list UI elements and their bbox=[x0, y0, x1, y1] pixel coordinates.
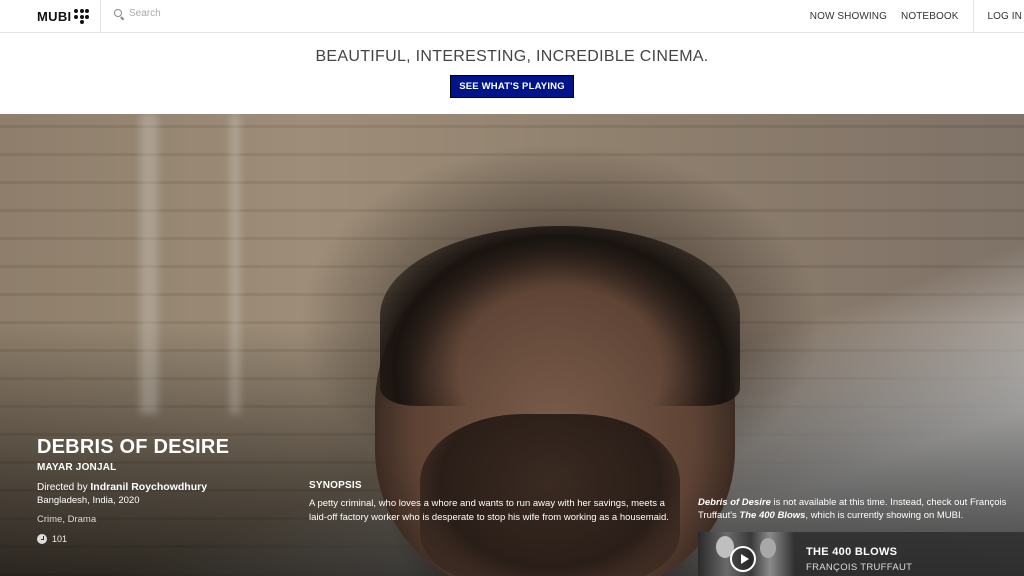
synopsis-heading: SYNOPSIS bbox=[309, 480, 362, 491]
login-container: LOG IN bbox=[972, 0, 1024, 33]
nav-links: NOW SHOWING NOTEBOOK LOG IN bbox=[810, 0, 1024, 33]
directed-by-label: Directed by bbox=[37, 482, 91, 493]
film-alt-title: MAYAR JONJAL bbox=[37, 462, 117, 473]
mubi-logo[interactable]: MUBI bbox=[0, 0, 101, 33]
search-icon bbox=[114, 8, 124, 19]
recommended-film-text: THE 400 BLOWS FRANÇOIS TRUFFAUT bbox=[794, 532, 912, 576]
search-box bbox=[114, 8, 329, 19]
availability-film-title: Debris of Desire bbox=[698, 497, 771, 508]
hero-still-hair bbox=[380, 226, 740, 406]
wall-streak bbox=[140, 114, 158, 414]
film-runtime: 101 bbox=[37, 534, 229, 544]
logo-text: MUBI bbox=[37, 9, 72, 24]
nav-notebook-link[interactable]: NOTEBOOK bbox=[901, 11, 958, 22]
promo-banner: BEAUTIFUL, INTERESTING, INCREDIBLE CINEM… bbox=[0, 33, 1024, 114]
logo-dots-icon bbox=[74, 9, 90, 24]
film-info: DEBRIS OF DESIRE MAYAR JONJAL Directed b… bbox=[37, 436, 229, 544]
film-hero: DEBRIS OF DESIRE MAYAR JONJAL Directed b… bbox=[0, 114, 1024, 576]
film-meta: Bangladesh, India, 2020 bbox=[37, 495, 140, 506]
see-whats-playing-button[interactable]: SEE WHAT'S PLAYING bbox=[450, 75, 574, 98]
play-icon[interactable] bbox=[730, 546, 756, 572]
availability-note: Debris of Desire is not available at thi… bbox=[698, 496, 1018, 522]
runtime-value: 101 bbox=[52, 534, 68, 544]
recommended-film-card[interactable]: THE 400 BLOWS FRANÇOIS TRUFFAUT bbox=[698, 532, 1024, 576]
synopsis-text: A petty criminal, who loves a whore and … bbox=[309, 498, 669, 523]
clock-icon bbox=[37, 534, 47, 544]
availability-alt-title[interactable]: The 400 Blows bbox=[739, 510, 805, 521]
synopsis: SYNOPSIS A petty criminal, who loves a w… bbox=[309, 480, 669, 524]
wall-streak bbox=[230, 114, 240, 414]
nav-now-showing-link[interactable]: NOW SHOWING bbox=[810, 11, 887, 22]
top-navigation: MUBI NOW SHOWING NOTEBOOK LOG IN bbox=[0, 0, 1024, 33]
director-link[interactable]: Indranil Roychowdhury bbox=[90, 481, 207, 493]
availability-text-2: , which is currently showing on MUBI. bbox=[805, 510, 964, 521]
recommended-film-title[interactable]: THE 400 BLOWS bbox=[806, 546, 912, 558]
film-genres: Crime, Drama bbox=[37, 514, 97, 525]
recommended-film-director: FRANÇOIS TRUFFAUT bbox=[806, 562, 913, 573]
recommended-film-thumbnail[interactable] bbox=[698, 532, 794, 576]
login-link[interactable]: LOG IN bbox=[988, 11, 1023, 22]
director-line: Directed by Indranil Roychowdhury bbox=[37, 481, 229, 493]
film-title: DEBRIS OF DESIRE bbox=[37, 436, 230, 458]
search-input[interactable] bbox=[129, 8, 329, 19]
promo-tagline: BEAUTIFUL, INTERESTING, INCREDIBLE CINEM… bbox=[315, 48, 709, 65]
